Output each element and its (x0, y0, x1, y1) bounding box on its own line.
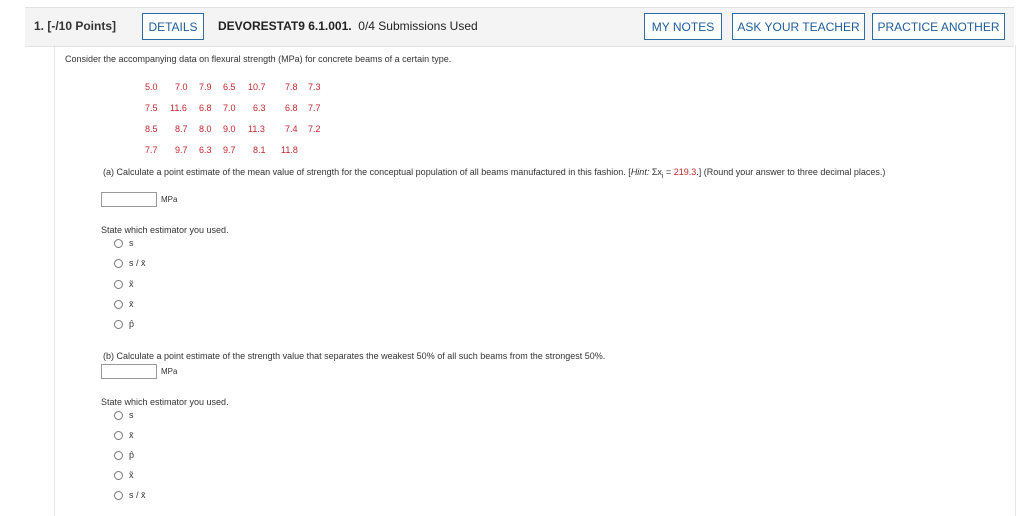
data-cell: 8.7 (175, 124, 188, 134)
part-a-option-s-over-xbar[interactable]: s / x̄ (114, 258, 146, 268)
data-cell: 7.9 (199, 82, 212, 92)
part-a-estimator-label: State which estimator you used. (101, 225, 229, 235)
data-cell: 7.5 (145, 103, 158, 113)
data-cell: 7.3 (308, 82, 321, 92)
option-label: x̃ (129, 279, 134, 289)
data-cell: 5.0 (145, 82, 158, 92)
option-label: x̄ (129, 299, 134, 309)
part-a-option-s[interactable]: s (114, 238, 134, 248)
ask-teacher-button[interactable]: ASK YOUR TEACHER (732, 13, 865, 40)
option-label: p̂ (129, 319, 135, 329)
radio-button[interactable] (114, 450, 123, 460)
data-cell: 11.8 (281, 145, 298, 155)
code-label: DEVORESTAT9 6.1.001. (218, 19, 352, 33)
part-a-option-mean[interactable]: x̄ (114, 299, 134, 309)
data-cell: 10.7 (248, 82, 266, 92)
part-a-option-median[interactable]: x̃ (114, 279, 134, 289)
option-label: s / x̄ (129, 258, 146, 268)
option-label: s / x̄ (129, 490, 146, 500)
part-b-option-median[interactable]: x̃ (114, 470, 134, 480)
part-b-estimator-label: State which estimator you used. (101, 397, 229, 407)
part-b-option-phat[interactable]: p̂ (114, 450, 134, 460)
data-cell: 8.1 (253, 145, 266, 155)
option-label: s (129, 238, 134, 248)
data-cell: 7.0 (223, 103, 236, 113)
data-cell: 6.8 (199, 103, 212, 113)
option-label: x̃ (129, 470, 134, 480)
part-b-answer-row: MPa (101, 364, 177, 379)
part-b-option-s-over-xbar[interactable]: s / x̄ (114, 490, 146, 500)
hint-equals: = (663, 167, 674, 177)
part-a-option-phat[interactable]: p̂ (114, 319, 134, 329)
data-cell: 6.3 (253, 103, 266, 113)
question-header: 1. [-/10 Points] DETAILS DEVORESTAT9 6.1… (25, 7, 1014, 47)
details-button[interactable]: DETAILS (142, 13, 204, 40)
data-cell: 9.7 (175, 145, 188, 155)
question-content: Consider the accompanying data on flexur… (54, 45, 1016, 516)
data-cell: 6.5 (223, 82, 236, 92)
data-cell: 7.7 (145, 145, 158, 155)
my-notes-button[interactable]: MY NOTES (644, 13, 722, 40)
option-label: s (129, 410, 134, 420)
radio-button[interactable] (114, 238, 123, 248)
radio-button[interactable] (114, 410, 123, 420)
radio-button[interactable] (114, 299, 123, 309)
data-cell: 7.0 (175, 82, 188, 92)
question-prompt: Consider the accompanying data on flexur… (65, 54, 452, 64)
hint-label: Hint: (630, 167, 650, 177)
radio-button[interactable] (114, 258, 123, 268)
data-cell: 7.8 (285, 82, 298, 92)
submissions-used: 0/4 Submissions Used (358, 19, 478, 33)
hint-value: 219.3 (673, 167, 697, 177)
data-cell: 9.7 (223, 145, 236, 155)
data-cell: 6.8 (285, 103, 298, 113)
part-b-question: (b) Calculate a point estimate of the st… (103, 351, 606, 361)
part-b-option-mean[interactable]: x̄ (114, 430, 134, 440)
question-points: 1. [-/10 Points] (34, 19, 117, 33)
data-cell: 8.5 (145, 124, 158, 134)
part-a-unit: MPa (161, 195, 178, 204)
part-a-text-after: .] (Round your answer to three decimal p… (696, 167, 886, 177)
practice-another-button[interactable]: PRACTICE ANOTHER (872, 13, 1005, 40)
option-label: p̂ (129, 450, 135, 460)
data-cell: 6.3 (199, 145, 212, 155)
data-cell: 11.6 (170, 103, 187, 113)
part-a-question: (a) Calculate a point estimate of the me… (103, 164, 1003, 185)
assignment-code: DEVORESTAT9 6.1.001. 0/4 Submissions Use… (218, 19, 478, 33)
radio-button[interactable] (114, 319, 123, 329)
part-b-option-s[interactable]: s (114, 410, 134, 420)
radio-button[interactable] (114, 430, 123, 440)
radio-button[interactable] (114, 279, 123, 289)
part-a-text: (a) Calculate a point estimate of the me… (103, 167, 631, 177)
data-cell: 9.0 (223, 124, 236, 134)
part-b-unit: MPa (161, 367, 178, 376)
radio-button[interactable] (114, 490, 123, 500)
hint-expression: Σx (649, 167, 662, 177)
radio-button[interactable] (114, 470, 123, 480)
data-cell: 7.7 (308, 103, 321, 113)
data-cell: 7.4 (285, 124, 298, 134)
part-a-answer-row: MPa (101, 192, 177, 207)
option-label: x̄ (129, 430, 134, 440)
data-cell: 8.0 (199, 124, 212, 134)
data-cell: 11.3 (248, 124, 265, 134)
part-b-answer-input[interactable] (101, 364, 157, 379)
part-a-answer-input[interactable] (101, 192, 157, 207)
data-cell: 7.2 (308, 124, 321, 134)
